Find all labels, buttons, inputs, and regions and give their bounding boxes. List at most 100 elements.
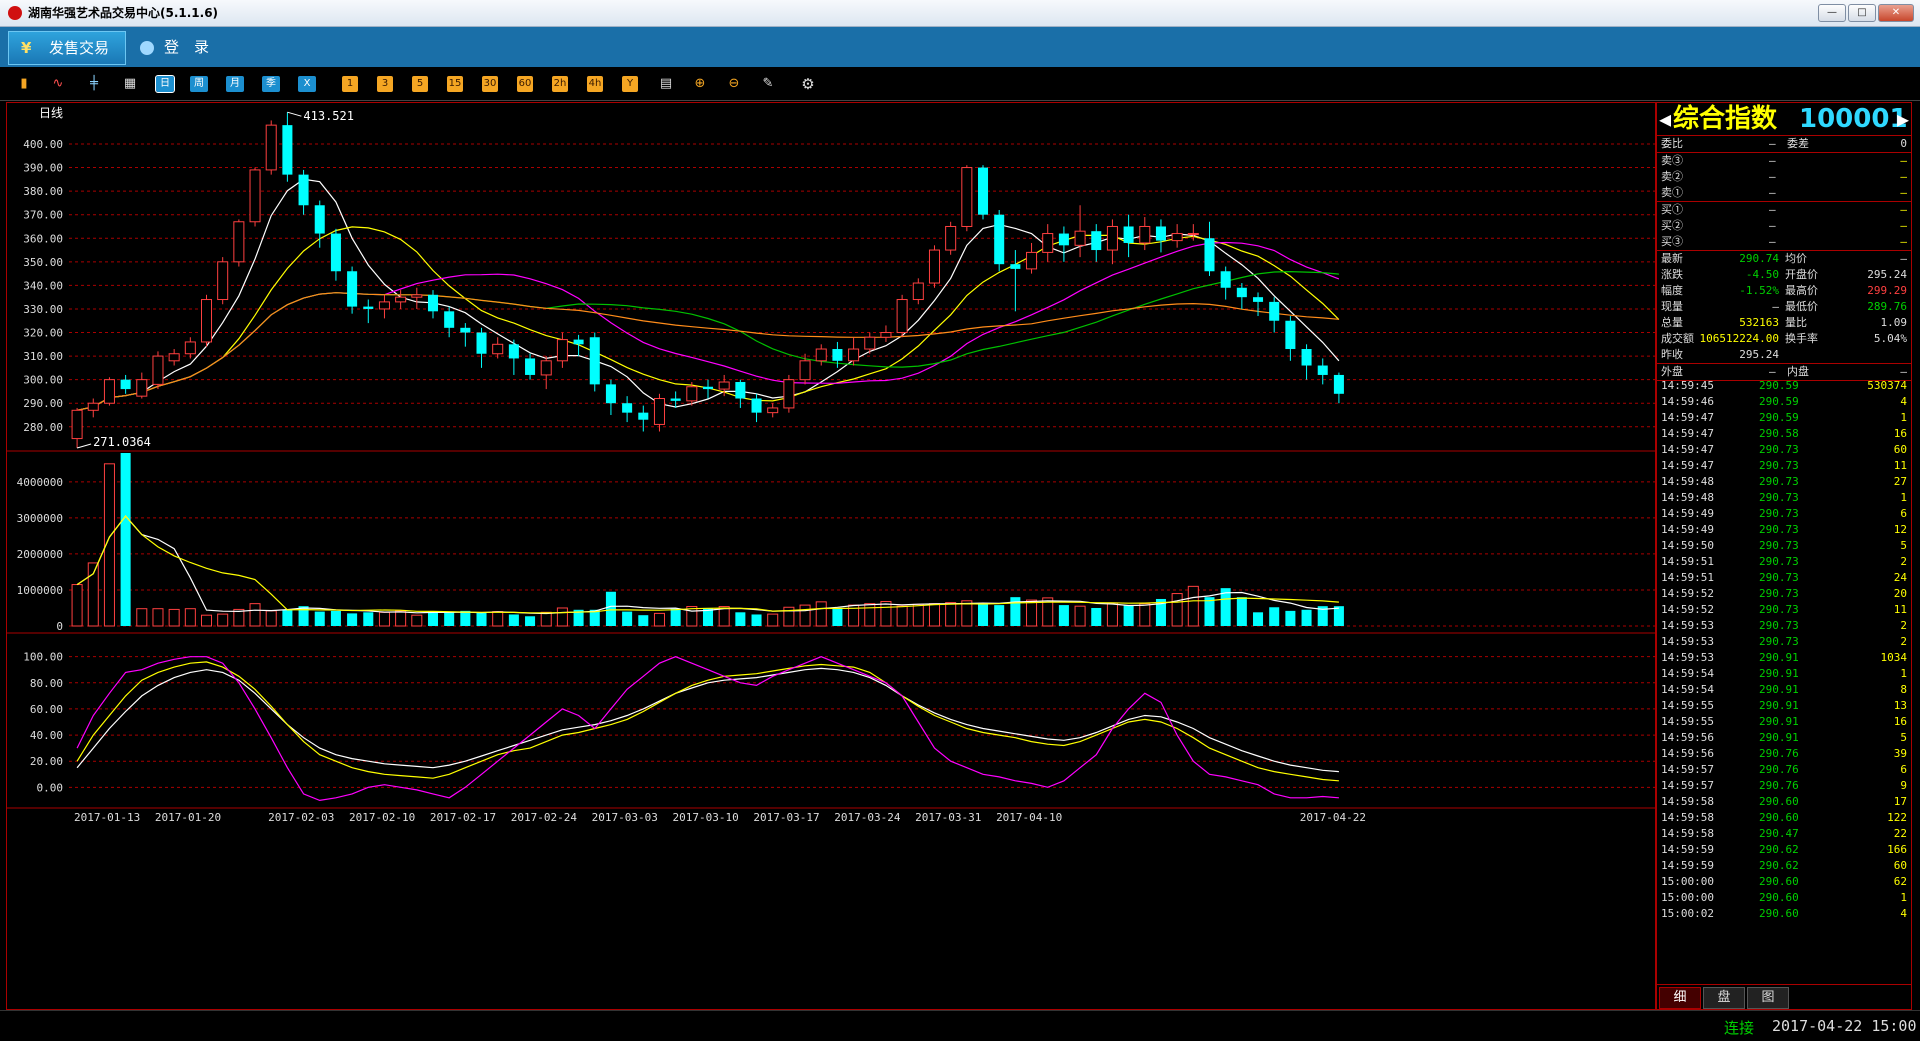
kline-chart-svg: 日线 400.00 390.00 380.00 370.00 360.00 350.00 34… [7,106,1655,824]
ask-label: 卖② [1661,170,1683,183]
symbol-name: 综合指数 [1673,104,1778,134]
tab-book[interactable]: 盘 [1703,987,1745,1009]
period-month[interactable]: 月 [226,76,244,92]
next-symbol-icon[interactable]: ▶ [1897,103,1909,135]
period-30min[interactable]: 30 [482,76,498,92]
trade-price: 290.60 [1759,907,1799,920]
volume-bar [815,601,827,627]
trade-time: 14:59:58 [1661,827,1714,840]
tab-sale-trade[interactable]: ¥ 发售交易 [8,31,126,65]
volume-bar [1026,599,1038,627]
trade-time: 14:59:55 [1661,699,1714,712]
trade-time: 14:59:54 [1661,667,1714,680]
candle-body [1269,301,1280,321]
trade-price: 290.91 [1759,651,1799,664]
trade-volume: 16 [1893,715,1907,728]
trade-row: 14:59:58 290.60 122 [1657,810,1911,826]
volume-bar [977,604,989,626]
trade-volume: 20 [1893,587,1907,600]
pen-icon[interactable]: ✎ [760,76,776,92]
candle-body [1204,238,1215,272]
bid-price: — [1769,235,1776,248]
period-season[interactable]: 季 [262,76,280,92]
period-4h[interactable]: 4h [587,76,603,92]
period-60min[interactable]: 60 [517,76,533,92]
volume-bar [556,607,568,627]
stat-label-2: 开盘价 [1785,268,1818,281]
stat-value: 295.24 [1739,348,1779,361]
candle-body [508,344,519,359]
stat-value-2: 299.29 [1867,284,1907,297]
kline-icon[interactable]: ╪ [86,76,102,92]
ask-volume: — [1900,186,1907,199]
volume-tick-label: 2000000 [17,548,63,561]
trade-time: 14:59:52 [1661,603,1714,616]
trade-volume: 22 [1893,827,1907,840]
stat-row: 成交额 106512224.00 换手率 5.04% [1657,331,1911,347]
volume-tick-label: 4000000 [17,476,63,489]
volume-bar [152,608,164,627]
candle-body [767,407,779,414]
trade-row: 14:59:54 290.91 8 [1657,682,1911,698]
period-3min[interactable]: 3 [377,76,393,92]
line-chart-icon[interactable]: ∿ [50,76,66,92]
trade-row: 14:59:47 290.73 60 [1657,442,1911,458]
volume-bar [427,611,439,626]
bid-price: — [1769,203,1776,216]
period-1min[interactable]: 1 [342,76,358,92]
trade-time: 14:59:47 [1661,411,1714,424]
trade-row: 14:59:52 290.73 20 [1657,586,1911,602]
volume-ma5-line [76,515,1339,615]
trade-price: 290.73 [1759,619,1799,632]
trade-time: 14:59:49 [1661,523,1714,536]
candle-body [1106,225,1118,251]
volume-bar [330,610,341,626]
stat-value: -1.52% [1739,284,1779,297]
bid-label: 买③ [1661,235,1683,248]
kdj-tick-label: 40.00 [30,729,63,742]
trade-row: 14:59:48 290.73 1 [1657,490,1911,506]
trade-volume: 13 [1893,699,1907,712]
period-custom[interactable]: X [298,76,316,92]
period-week[interactable]: 周 [190,76,208,92]
period-day[interactable]: 日 [155,75,175,93]
date-label: 2017-02-10 [349,811,415,824]
tab-chart[interactable]: 图 [1747,987,1789,1009]
period-2h[interactable]: 2h [552,76,568,92]
period-5min[interactable]: 5 [412,76,428,92]
draw-icon[interactable]: ▤ [658,76,674,92]
kline-chart[interactable]: 日线 400.00 390.00 380.00 370.00 360.00 350.00 34… [6,102,1656,1010]
candle-body [1220,271,1231,288]
trade-time: 14:59:46 [1661,395,1714,408]
close-button[interactable]: ✕ [1878,4,1914,22]
trade-volume: 16 [1893,427,1907,440]
price-tick-label: 330.00 [23,303,63,316]
volume-bar [832,607,843,626]
stat-label-2: 量比 [1785,316,1807,329]
candle-body [217,261,229,301]
settings-icon[interactable]: ⚙ [800,76,816,92]
prev-symbol-icon[interactable]: ◀ [1659,103,1671,135]
connection-status: 连接 [1724,1019,1755,1037]
tab-detail[interactable]: 细 [1659,987,1701,1009]
trade-volume: 6 [1900,507,1907,520]
candle-body [573,339,584,345]
login-button[interactable]: 登 录 [140,31,209,63]
ask-row: 卖① — — [1657,185,1911,201]
zoom-out-icon[interactable]: ⊖ [726,76,742,92]
period-15min[interactable]: 15 [447,76,463,92]
period-year[interactable]: Y [622,76,638,92]
minimize-button[interactable]: — [1818,4,1846,22]
trade-volume: 122 [1887,811,1907,824]
zoom-in-icon[interactable]: ⊕ [692,76,708,92]
volume-bar [265,610,277,627]
user-icon [140,40,154,55]
volume-bar [1106,602,1118,627]
trade-time: 14:59:51 [1661,571,1714,584]
calendar-icon[interactable]: ▦ [122,76,138,92]
candle-body [1253,297,1264,302]
volume-bar [928,603,940,627]
bar-chart-icon[interactable]: ▮ [16,76,32,92]
maximize-button[interactable]: □ [1848,4,1876,22]
volume-bar [880,600,892,627]
